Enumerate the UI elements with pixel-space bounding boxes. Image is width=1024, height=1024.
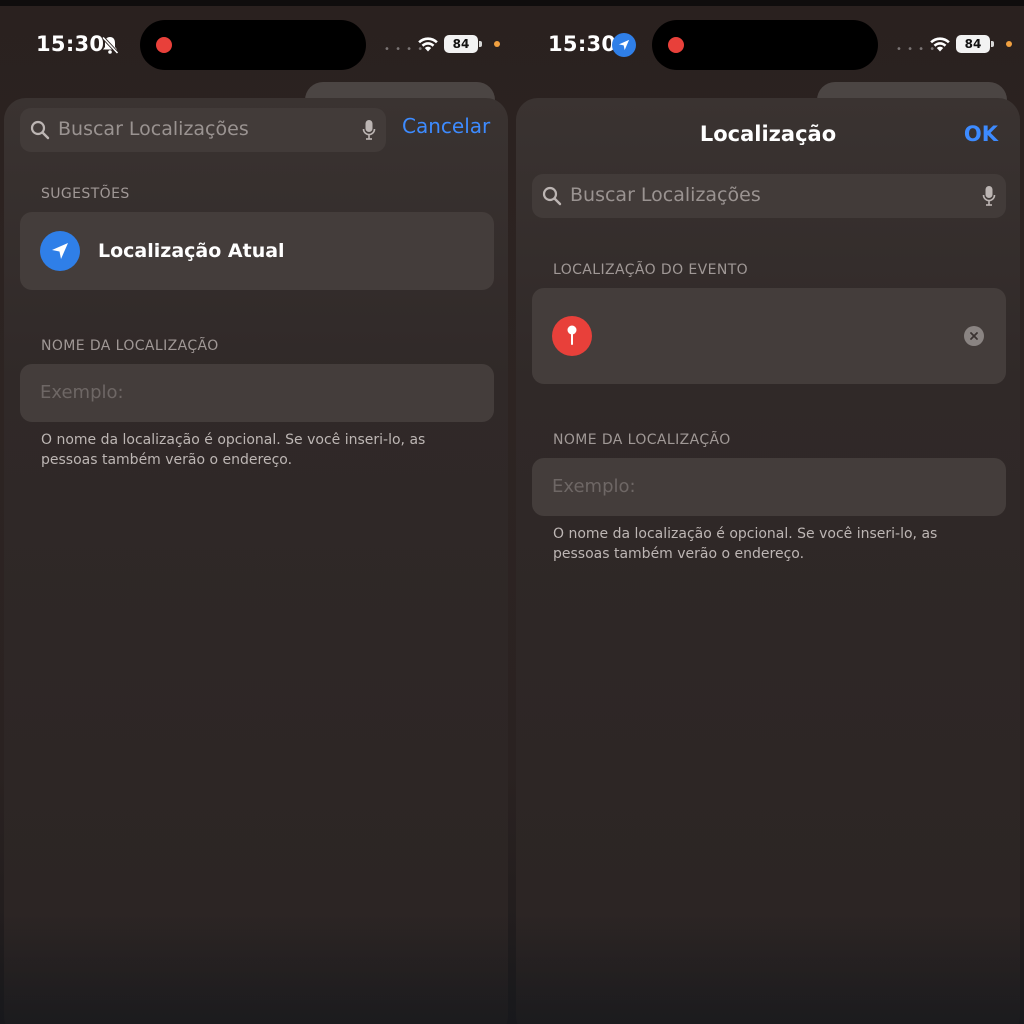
left-screen: 15:30 • • • • 84 Buscar Localizações Can… [0, 0, 512, 1024]
location-name-header: NOME DA LOCALIZAÇÃO [41, 338, 219, 354]
search-placeholder: Buscar Localizações [58, 118, 249, 140]
ok-button[interactable]: OK [964, 122, 998, 146]
location-name-input[interactable]: Exemplo: [20, 364, 494, 422]
suggestions-header: SUGESTÕES [41, 186, 130, 202]
dynamic-island[interactable] [140, 20, 366, 70]
suggestion-label: Localização Atual [98, 240, 285, 262]
location-services-icon [612, 33, 636, 57]
search-bar[interactable]: Buscar Localizações [20, 108, 386, 152]
status-time: 15:30 [548, 32, 617, 56]
map-pin-icon [552, 316, 592, 356]
recording-indicator [668, 37, 684, 53]
location-name-footnote: O nome da localização é opcional. Se voc… [41, 430, 481, 470]
status-time: 15:30 [36, 32, 105, 56]
search-placeholder: Buscar Localizações [570, 184, 761, 206]
location-name-placeholder: Exemplo: [40, 382, 124, 403]
location-name-footnote: O nome da localização é opcional. Se voc… [553, 524, 993, 564]
privacy-indicator [494, 41, 500, 47]
location-name-input[interactable]: Exemplo: [532, 458, 1006, 516]
wifi-icon [418, 37, 438, 52]
bottom-shade [512, 914, 1024, 1024]
suggestion-item-current-location[interactable]: Localização Atual [20, 212, 494, 290]
search-bar[interactable]: Buscar Localizações [532, 174, 1006, 218]
battery-indicator: 84 [444, 35, 482, 53]
footnote-line: pessoas também verão o endereço. [553, 546, 805, 562]
wifi-icon [930, 37, 950, 52]
privacy-indicator [1006, 41, 1012, 47]
bottom-shade [0, 914, 512, 1024]
location-name-header: NOME DA LOCALIZAÇÃO [553, 432, 731, 448]
recording-indicator [156, 37, 172, 53]
location-sheet: Localização OK Buscar Localizações LOCAL… [516, 98, 1020, 1024]
dynamic-island[interactable] [652, 20, 878, 70]
search-icon [30, 120, 50, 140]
status-bar: 15:30 • • • • 84 [512, 0, 1024, 90]
cancel-button[interactable]: Cancelar [402, 114, 490, 138]
search-icon [542, 186, 562, 206]
event-location-header: LOCALIZAÇÃO DO EVENTO [553, 262, 749, 278]
sheet-title: Localização [699, 122, 837, 146]
location-arrow-icon [40, 231, 80, 271]
footnote-line: O nome da localização é opcional. Se voc… [553, 526, 938, 542]
location-name-placeholder: Exemplo: [552, 476, 636, 497]
battery-indicator: 84 [956, 35, 994, 53]
right-screen: 15:30 • • • • 84 Localização OK Buscar L… [512, 0, 1024, 1024]
clear-button[interactable] [964, 326, 984, 346]
bell-slash-icon [101, 36, 119, 55]
footnote-line: O nome da localização é opcional. Se voc… [41, 432, 426, 448]
microphone-icon[interactable] [982, 185, 996, 207]
location-search-sheet: Buscar Localizações Cancelar SUGESTÕES L… [4, 98, 508, 1024]
event-location-field[interactable] [532, 288, 1006, 384]
footnote-line: pessoas também verão o endereço. [41, 452, 293, 468]
microphone-icon[interactable] [362, 119, 376, 141]
close-icon [970, 332, 978, 340]
status-bar: 15:30 • • • • 84 [0, 0, 512, 90]
